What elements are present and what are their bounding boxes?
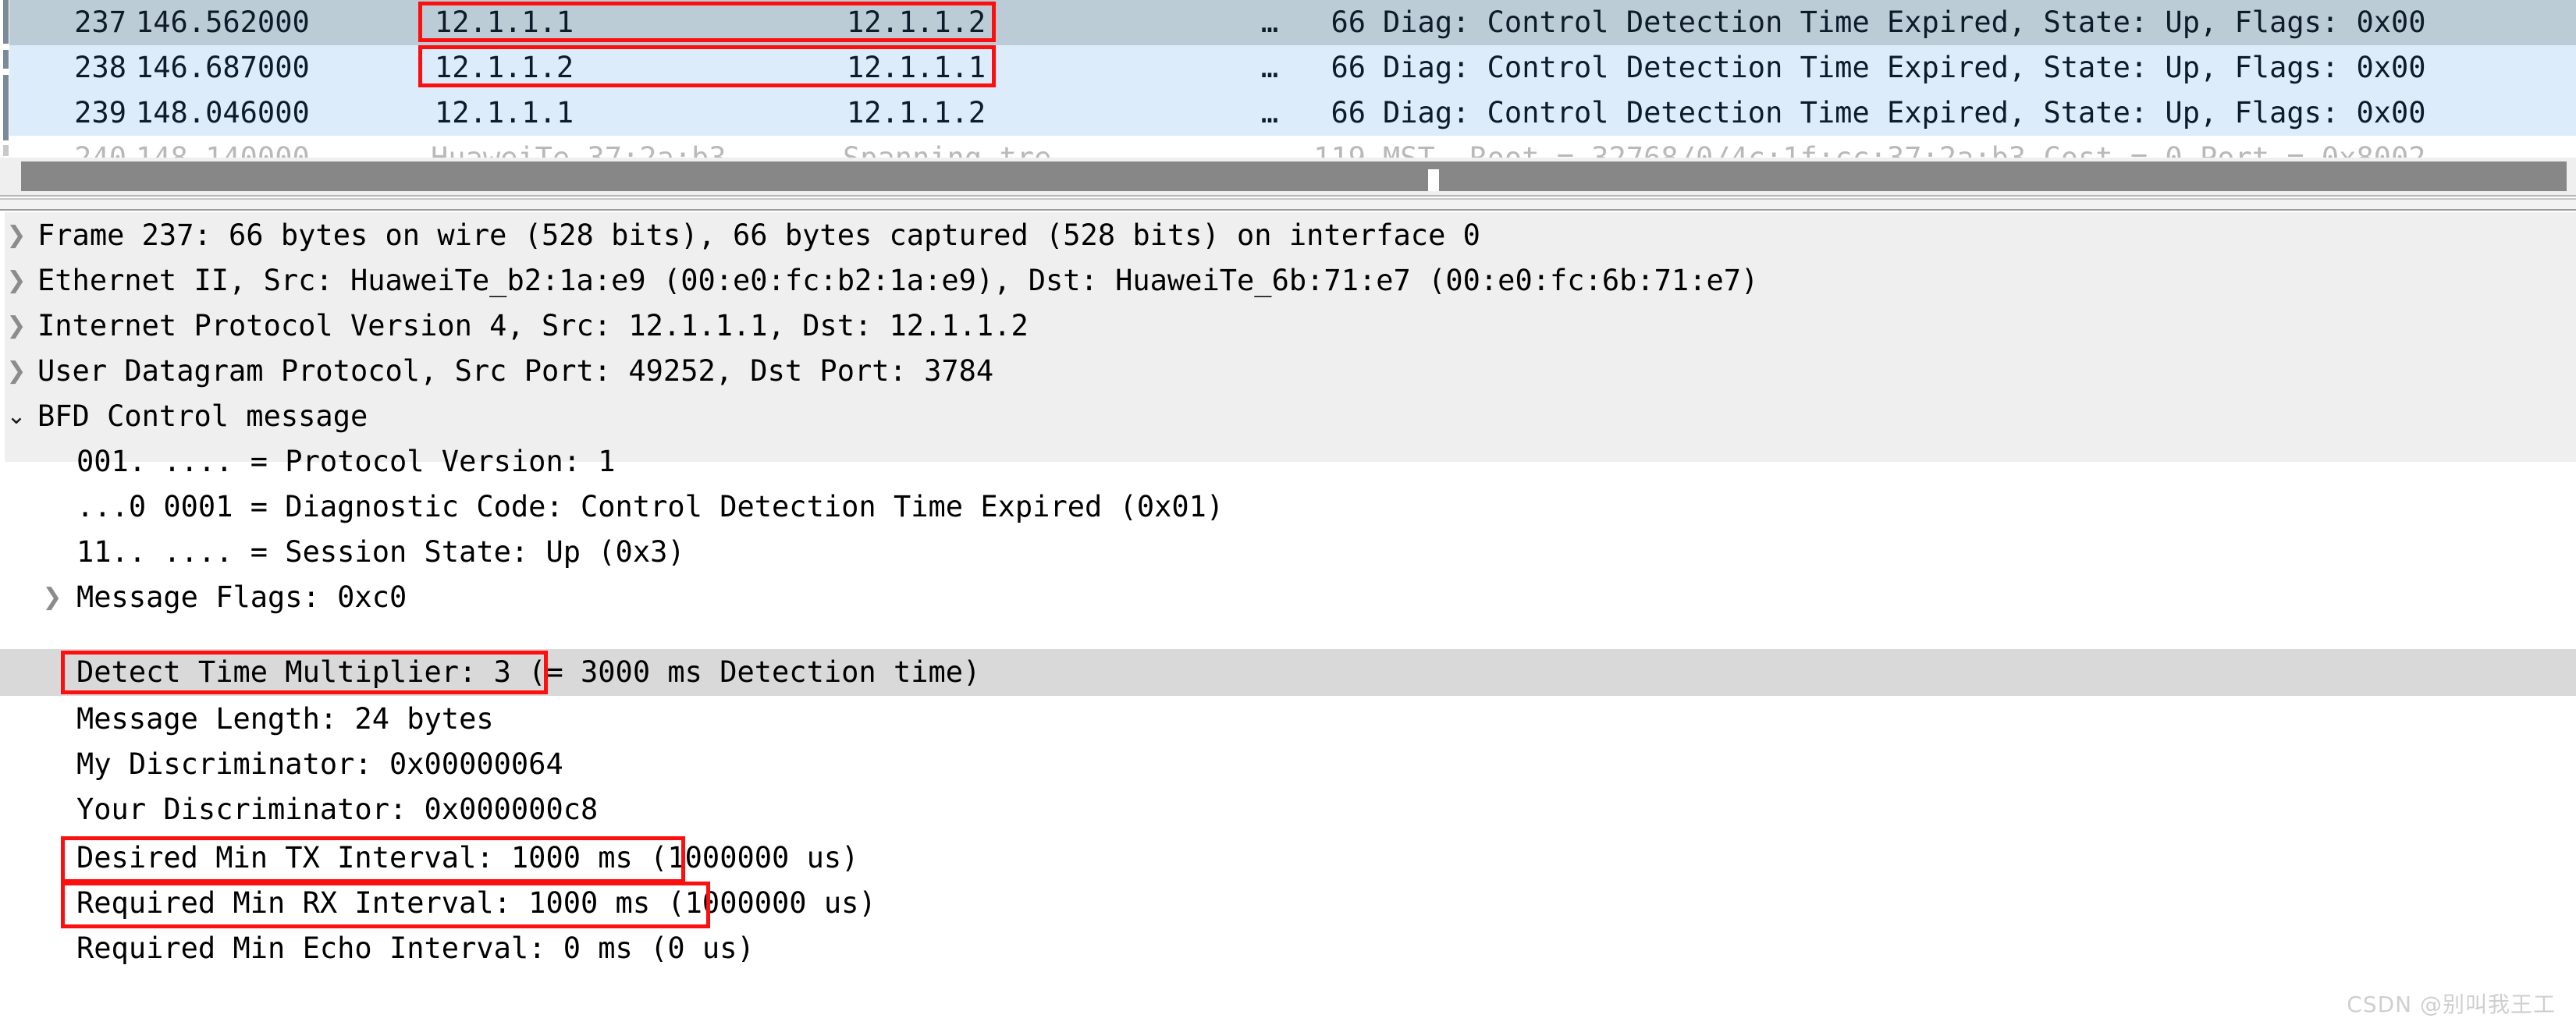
chevron-right-icon[interactable]: ❯ [39,574,66,621]
packet-length: 66 [1331,96,1366,130]
packet-destination: 12.1.1.1 [847,51,986,84]
chevron-right-icon[interactable]: ❯ [3,257,30,304]
packet-time: 148.140000 [136,136,378,158]
table-row[interactable]: 240 148.140000 HuaweiTe_37:2a:b3 Spannin… [9,136,2576,158]
packet-length: 119 [1180,136,1366,158]
scrollbar-segment [3,145,9,156]
detail-row-label: My Discriminator: 0x00000064 [76,747,563,781]
detail-row-ethernet[interactable]: ❯ Ethernet II, Src: HuaweiTe_b2:1a:e9 (0… [0,257,2576,304]
scrollbar-segment [3,0,9,44]
packet-info: Diag: Control Detection Time Expired, St… [1383,5,2426,39]
detail-row-ipv4[interactable]: ❯ Internet Protocol Version 4, Src: 12.1… [0,303,2576,349]
packet-no: 237 [74,5,126,39]
table-row[interactable]: 239 148.046000 12.1.1.1 12.1.1.2 … 66 Di… [9,90,2576,136]
table-row[interactable]: 237 146.562000 12.1.1.1 12.1.1.2 … 66 Di… [9,0,2576,45]
detail-row-required-min-echo-interval[interactable]: Required Min Echo Interval: 0 ms (0 us) [0,925,2576,972]
detail-row-udp[interactable]: ❯ User Datagram Protocol, Src Port: 4925… [0,348,2576,395]
packet-length: 66 [1331,5,1366,39]
detail-row-label: 001. .... = Protocol Version: 1 [76,445,616,478]
packet-source: HuaweiTe_37:2a:b3 [431,136,766,158]
detail-row-detect-time-multiplier[interactable]: Detect Time Multiplier: 3 (= 3000 ms Det… [0,649,2576,696]
detail-row-label: Required Min RX Interval: 1000 ms (10000… [76,886,876,920]
detail-row-label: Message Length: 24 bytes [76,702,494,736]
packet-info: MST. Root = 32768/0/4c:1f:cc:37:2a:b3 Co… [1383,136,2426,158]
detail-row-desired-min-tx-interval[interactable]: Desired Min TX Interval: 1000 ms (100000… [0,835,2576,882]
packet-source: 12.1.1.2 [435,51,574,84]
packet-time: 146.562000 [136,5,310,39]
detail-row-label: 11.. .... = Session State: Up (0x3) [76,535,685,569]
packet-detail-pane[interactable]: ❯ Frame 237: 66 bytes on wire (528 bits)… [0,212,2576,1036]
detail-row-required-min-rx-interval[interactable]: Required Min RX Interval: 1000 ms (10000… [0,880,2576,927]
splitter-grip-icon[interactable] [1428,169,1439,191]
table-row[interactable]: 238 146.687000 12.1.1.2 12.1.1.1 … 66 Di… [9,45,2576,90]
watermark: CSDN @别叫我王工 [2347,992,2556,1017]
packet-info: Diag: Control Detection Time Expired, St… [1383,51,2426,84]
packet-info: Diag: Control Detection Time Expired, St… [1383,96,2426,130]
chevron-down-icon[interactable]: ⌄ [3,393,30,440]
detail-row-label: Ethernet II, Src: HuaweiTe_b2:1a:e9 (00:… [37,264,1759,297]
detail-row-protocol-version[interactable]: 001. .... = Protocol Version: 1 [0,438,2576,485]
packet-destination: 12.1.1.2 [847,96,986,130]
packet-destination: 12.1.1.2 [847,5,986,39]
detail-row-label: Frame 237: 66 bytes on wire (528 bits), … [37,218,1480,252]
packet-length: 66 [1331,51,1366,84]
detail-row-label: Message Flags: 0xc0 [76,580,407,614]
scrollbar-segment [3,75,9,140]
detail-row-session-state[interactable]: 11.. .... = Session State: Up (0x3) [0,529,2576,576]
packet-destination: Spanning-tre… [843,136,1178,158]
packet-list-horizontal-scrollbar[interactable] [0,158,2576,197]
detail-row-your-discriminator[interactable]: Your Discriminator: 0x000000c8 [0,786,2576,833]
packet-no: 238 [74,51,126,84]
packet-no: 239 [74,96,126,130]
chevron-right-icon[interactable]: ❯ [3,212,30,259]
packet-list-vertical-scrollbar[interactable] [3,0,9,158]
detail-row-message-flags[interactable]: ❯ Message Flags: 0xc0 [0,574,2576,621]
detail-row-label: Internet Protocol Version 4, Src: 12.1.1… [37,309,1029,342]
chevron-right-icon[interactable]: ❯ [3,348,30,395]
scrollbar-thumb[interactable] [21,161,2567,191]
scrollbar-segment [3,50,9,69]
packet-time: 148.046000 [136,96,310,130]
packet-source: 12.1.1.1 [435,5,574,39]
packet-time: 146.687000 [136,51,310,84]
detail-row-label: Detect Time Multiplier: 3 (= 3000 ms Det… [76,655,981,689]
detail-row-frame[interactable]: ❯ Frame 237: 66 bytes on wire (528 bits)… [0,212,2576,259]
detail-row-my-discriminator[interactable]: My Discriminator: 0x00000064 [0,741,2576,788]
pane-divider [0,198,2576,211]
packet-no: 240 [25,136,126,158]
chevron-right-icon[interactable]: ❯ [3,303,30,349]
detail-row-label: ...0 0001 = Diagnostic Code: Control Det… [76,490,1224,523]
detail-row-bfd-control-message[interactable]: ⌄ BFD Control message [0,393,2576,440]
detail-row-label: User Datagram Protocol, Src Port: 49252,… [37,354,994,388]
detail-row-message-length[interactable]: Message Length: 24 bytes [0,696,2576,743]
detail-row-diagnostic-code[interactable]: ...0 0001 = Diagnostic Code: Control Det… [0,484,2576,530]
detail-row-label: BFD Control message [37,399,368,433]
detail-row-label: Desired Min TX Interval: 1000 ms (100000… [76,841,859,875]
packet-source: 12.1.1.1 [435,96,574,130]
detail-row-label: Your Discriminator: 0x000000c8 [76,793,599,826]
detail-row-label: Required Min Echo Interval: 0 ms (0 us) [76,931,755,965]
packet-list-pane[interactable]: 237 146.562000 12.1.1.1 12.1.1.2 … 66 Di… [0,0,2576,158]
